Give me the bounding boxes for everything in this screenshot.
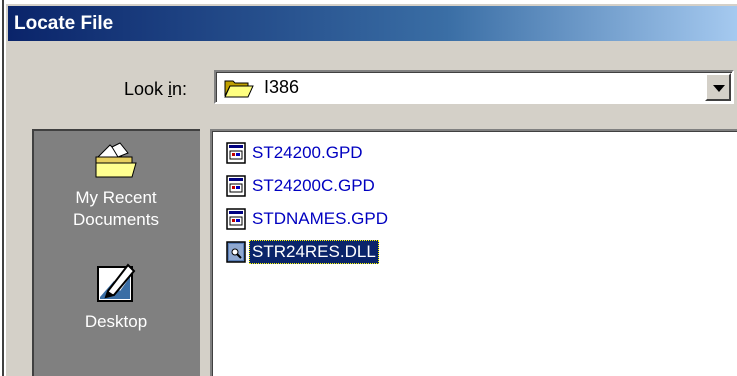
look-in-dropdown-button[interactable]	[705, 73, 731, 101]
look-in-value: I386	[264, 77, 300, 97]
list-item[interactable]: ST24200C.GPD	[226, 172, 378, 200]
file-name: ST24200.GPD	[252, 143, 363, 162]
list-item-selected[interactable]: STR24RES.DLL	[226, 238, 379, 266]
desktop-icon	[97, 263, 136, 302]
file-name: STDNAMES.GPD	[252, 209, 389, 228]
file-list[interactable]: ST24200.GPD ST24200C.GPD STDNAMES.GPD ST…	[210, 129, 737, 376]
recent-documents-icon	[95, 142, 137, 178]
places-item-recent-documents[interactable]: My Recent Documents	[34, 141, 198, 231]
places-bar: My Recent Documents Desktop	[32, 129, 200, 376]
window-title: Locate File	[14, 13, 114, 34]
list-item[interactable]: STDNAMES.GPD	[226, 205, 391, 233]
file-name: STR24RES.DLL	[249, 240, 379, 264]
gpd-file-icon	[226, 175, 246, 197]
look-in-label: Look in:	[124, 79, 188, 99]
file-name: ST24200C.GPD	[252, 176, 375, 195]
places-recent-label-line2: Documents	[73, 210, 159, 229]
look-in-dropdown[interactable]: I386	[214, 70, 734, 104]
locate-file-dialog: Locate File Look in: I386 My Recent Docu…	[4, 2, 737, 376]
title-bar[interactable]: Locate File	[8, 6, 737, 41]
gpd-file-icon	[226, 142, 246, 164]
chevron-down-icon	[713, 85, 725, 92]
places-item-desktop[interactable]: Desktop	[34, 261, 198, 333]
list-item[interactable]: ST24200.GPD	[226, 139, 366, 167]
gpd-file-icon	[226, 208, 246, 230]
places-desktop-label: Desktop	[84, 312, 148, 331]
places-recent-label-line1: My Recent	[75, 188, 157, 207]
folder-open-icon	[224, 80, 254, 98]
dll-file-icon	[226, 241, 246, 263]
